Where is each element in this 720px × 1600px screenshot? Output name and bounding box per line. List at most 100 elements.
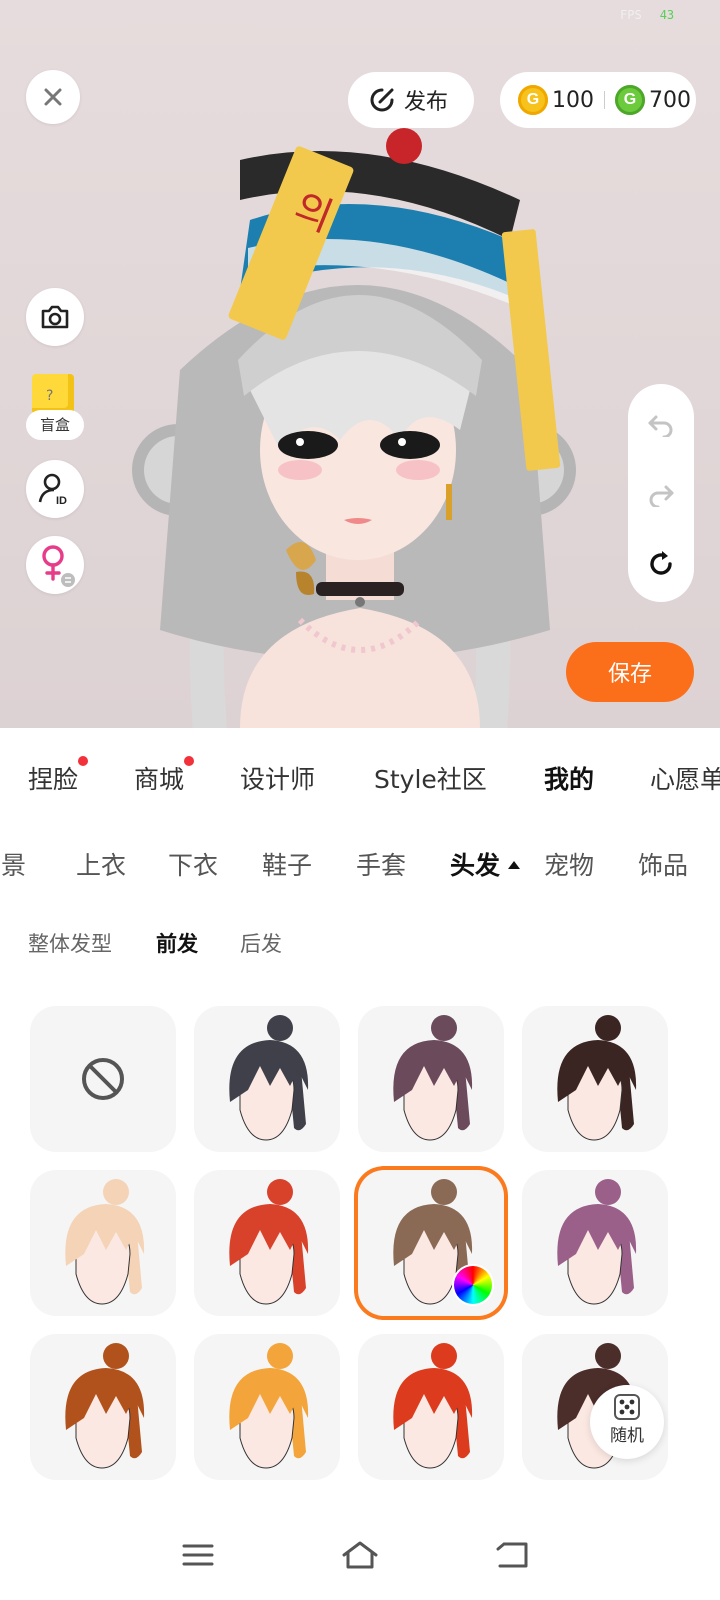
green-coin-icon: G (615, 85, 645, 115)
category-tab-bar: 背景 上衣 下衣 鞋子 手套 头发 宠物 饰品 (0, 842, 720, 886)
undo-button[interactable] (628, 394, 694, 454)
hair-option[interactable] (358, 1006, 504, 1152)
hair-option[interactable] (194, 1334, 340, 1480)
tab-face-label: 捏脸 (28, 765, 79, 794)
back-icon (496, 1542, 528, 1568)
currency-divider (604, 91, 605, 109)
publish-label: 发布 (404, 90, 449, 115)
tab-wishlist-label: 心愿单 (650, 765, 720, 794)
edit-history-panel (628, 384, 694, 602)
system-nav-bar (0, 1510, 720, 1600)
tab-store[interactable]: 商城 (134, 756, 195, 796)
tab-face[interactable]: 捏脸 (28, 756, 89, 796)
category-bottom[interactable]: 下衣 (168, 846, 218, 882)
female-switch-icon (42, 545, 75, 587)
category-gloves[interactable]: 手套 (356, 846, 406, 882)
publish-button[interactable]: 发布 (348, 72, 474, 128)
hair-type-back[interactable]: 后发 (240, 928, 282, 958)
publish-icon (370, 88, 394, 112)
category-label: 头发 (450, 851, 501, 880)
green-coin-value: 700 (649, 87, 691, 113)
hair-option[interactable] (30, 1334, 176, 1480)
avatar-3d-character[interactable]: 의 (120, 120, 600, 728)
hair-preview-icon (393, 1343, 473, 1469)
blindbox-label: 盲盒 (26, 410, 84, 440)
hair-option[interactable] (358, 1334, 504, 1480)
category-background[interactable]: 背景 (0, 846, 26, 882)
hair-option[interactable] (522, 1006, 668, 1152)
redo-button[interactable] (628, 464, 694, 524)
category-label: 鞋子 (262, 851, 313, 880)
fps-label: FPS (620, 8, 642, 22)
reset-button[interactable] (628, 534, 694, 594)
hair-type-label: 后发 (240, 932, 282, 956)
hair-preview-icon (229, 1343, 309, 1469)
gender-switch-button[interactable] (26, 536, 84, 594)
random-button[interactable]: 随机 (590, 1385, 664, 1459)
hair-option[interactable] (194, 1170, 340, 1316)
blindbox-icon: ? (32, 374, 74, 414)
tab-mine[interactable]: 我的 (544, 760, 594, 796)
hair-type-label: 整体发型 (28, 932, 112, 956)
fps-counter: FPS 43 (620, 8, 674, 22)
hair-preview-icon (65, 1179, 145, 1305)
category-label: 饰品 (638, 851, 689, 880)
hair-preview-icon (393, 1015, 473, 1141)
hair-preview-icon (557, 1179, 637, 1305)
undo-icon (648, 415, 673, 437)
camera-icon (41, 305, 69, 329)
main-tab-bar: 捏脸 商城 设计师 Style社区 我的 心愿单 (0, 752, 720, 812)
hair-type-front[interactable]: 前发 (156, 928, 198, 958)
hair-type-full[interactable]: 整体发型 (28, 928, 112, 958)
hair-option-none[interactable] (30, 1006, 176, 1152)
category-accessories[interactable]: 饰品 (638, 846, 688, 882)
currency-balance[interactable]: G 100 G 700 (500, 72, 696, 128)
user-id-icon: ID (38, 473, 67, 506)
category-label: 宠物 (544, 851, 595, 880)
tab-mine-label: 我的 (544, 765, 595, 794)
category-label: 下衣 (168, 851, 219, 880)
hair-type-tabs: 整体发型 前发 后发 (0, 926, 720, 958)
category-label: 背景 (0, 851, 27, 880)
tab-store-label: 商城 (134, 765, 185, 794)
random-label: 随机 (610, 1426, 644, 1446)
tab-style-community-label: Style社区 (374, 765, 487, 794)
back-button[interactable] (482, 1528, 542, 1582)
category-shoes[interactable]: 鞋子 (262, 846, 312, 882)
save-label: 保存 (607, 662, 652, 687)
category-hair[interactable]: 头发 (450, 846, 521, 882)
gold-coin-icon: G (518, 85, 548, 115)
category-top[interactable]: 上衣 (76, 846, 126, 882)
menu-icon (182, 1544, 214, 1566)
hair-preview-icon (557, 1015, 637, 1141)
hair-option[interactable] (194, 1006, 340, 1152)
tab-wishlist[interactable]: 心愿单 (650, 760, 720, 796)
avatar-id-button[interactable]: ID (26, 460, 84, 518)
save-button[interactable]: 保存 (566, 642, 694, 702)
home-button[interactable] (330, 1528, 390, 1582)
color-wheel-icon[interactable] (454, 1266, 492, 1304)
hair-option[interactable] (358, 1170, 504, 1316)
close-button[interactable] (26, 70, 80, 124)
hair-preview-icon (229, 1179, 309, 1305)
hair-option[interactable] (522, 1170, 668, 1316)
hair-preview-icon (65, 1343, 145, 1469)
caret-up-icon (508, 861, 521, 869)
hair-option[interactable] (30, 1170, 176, 1316)
camera-button[interactable] (26, 288, 84, 346)
tab-style-community[interactable]: Style社区 (374, 760, 487, 796)
hair-type-label: 前发 (156, 932, 198, 956)
avatar-preview[interactable]: FPS 43 의 发布 G 100 G 700 ? 盲盒 ID 保存 (0, 0, 720, 728)
close-icon (44, 88, 62, 106)
blindbox-button[interactable]: ? 盲盒 (26, 374, 84, 444)
category-pet[interactable]: 宠物 (544, 846, 594, 882)
category-label: 上衣 (76, 851, 127, 880)
category-label: 手套 (356, 851, 407, 880)
fps-value: 43 (659, 8, 675, 22)
menu-button[interactable] (168, 1528, 228, 1582)
dice-icon (614, 1394, 640, 1420)
tab-designer[interactable]: 设计师 (240, 760, 315, 796)
svg-text:ID: ID (56, 495, 67, 506)
notification-dot (184, 756, 195, 766)
gold-coin-value: 100 (552, 87, 594, 113)
